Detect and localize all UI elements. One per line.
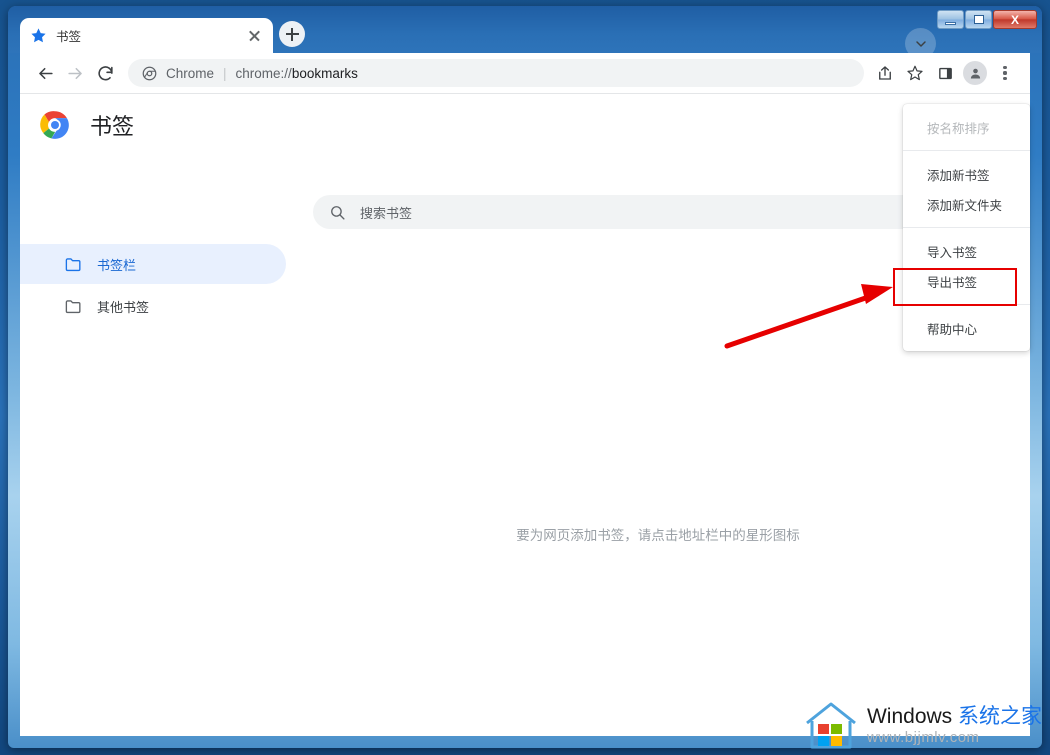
reload-icon (97, 65, 113, 80)
forward-button[interactable] (60, 58, 90, 88)
tab-strip: 书签 X (8, 6, 1042, 59)
back-button[interactable] (30, 58, 60, 88)
star-icon (31, 28, 46, 43)
maximize-button[interactable] (965, 10, 992, 29)
watermark: Windows 系统之家 www.bjjmlv.com (803, 699, 1042, 751)
search-icon (331, 205, 345, 220)
sidebar-item-other-bookmarks[interactable]: 其他书签 (20, 286, 286, 326)
close-icon: X (1010, 12, 1019, 27)
empty-state-message: 要为网页添加书签，请点击地址栏中的星形图标 (516, 528, 800, 543)
new-tab-button[interactable] (279, 21, 305, 47)
maximize-icon (973, 15, 984, 24)
person-icon (970, 68, 980, 78)
omnibox-url-host: bookmarks (291, 65, 358, 81)
watermark-brand-line: Windows 系统之家 (867, 705, 1042, 729)
folder-icon (65, 257, 81, 271)
menu-item-help-center[interactable]: 帮助中心 (903, 313, 1030, 343)
omnibox-separator: | (223, 65, 227, 81)
sidebar-item-label: 书签栏 (97, 257, 137, 273)
minimize-button[interactable] (937, 10, 964, 29)
watermark-brand: Windows (866, 704, 958, 728)
star-outline-icon (907, 65, 923, 81)
page-title: 书签 (90, 114, 135, 139)
minimize-icon (945, 21, 956, 25)
menu-item-label: 帮助中心 (927, 322, 978, 337)
share-icon (879, 66, 891, 80)
bookmarks-header: 书签 (20, 94, 1030, 156)
close-window-button[interactable]: X (993, 10, 1037, 29)
three-dots-icon (1003, 65, 1007, 81)
tab-title: 书签 (56, 30, 82, 44)
menu-divider (903, 227, 1030, 228)
sidebar-item-bookmarks-bar[interactable]: 书签栏 (20, 244, 286, 284)
browser-tab[interactable]: 书签 (20, 18, 273, 53)
browser-toolbar: Chrome | chrome://bookmarks (20, 53, 1030, 94)
chrome-logo-icon (142, 66, 157, 80)
arrow-right-icon (67, 67, 82, 79)
omnibox-site-label: Chrome (166, 65, 215, 81)
side-panel-button[interactable] (930, 58, 960, 88)
reload-button[interactable] (90, 58, 120, 88)
chrome-browser-window: 书签 X Chrome | chrome:// bookmarks 书签 搜索书… (8, 6, 1042, 748)
bookmark-star-button[interactable] (900, 58, 930, 88)
menu-item-export-bookmarks[interactable]: 导出书签 (903, 266, 1030, 296)
menu-item-sort-by-name[interactable]: 按名称排序 (903, 112, 1030, 142)
search-placeholder: 搜索书签 (360, 205, 413, 221)
profile-button[interactable] (960, 58, 990, 88)
side-panel-icon (938, 67, 952, 79)
watermark-text: Windows 系统之家 www.bjjmlv.com (867, 705, 1042, 746)
search-input[interactable]: 搜索书签 (313, 195, 933, 229)
more-options-button[interactable] (990, 58, 1020, 88)
menu-divider (903, 304, 1030, 305)
watermark-brand-cn: 系统之家 (958, 704, 1042, 728)
menu-item-label: 导出书签 (927, 275, 978, 290)
menu-item-add-bookmark[interactable]: 添加新书签 (903, 159, 1030, 189)
avatar (963, 61, 987, 85)
address-bar[interactable]: Chrome | chrome://bookmarks (128, 59, 864, 87)
omnibox-url-scheme: chrome:// (235, 65, 292, 81)
bookmarks-options-menu: 按名称排序 添加新书签 添加新文件夹 导入书签 导出书签 帮助中心 (903, 104, 1030, 351)
menu-divider (903, 150, 1030, 151)
bookmarks-sidebar: 书签栏 其他书签 (20, 244, 286, 328)
menu-item-label: 导入书签 (927, 245, 978, 260)
chevron-down-glyph (915, 40, 926, 47)
menu-item-label: 添加新书签 (927, 168, 990, 183)
menu-item-add-folder[interactable]: 添加新文件夹 (903, 189, 1030, 219)
menu-item-label: 添加新文件夹 (927, 198, 1003, 213)
folder-icon (65, 299, 81, 313)
sidebar-item-label: 其他书签 (97, 299, 150, 315)
windows-house-icon (806, 702, 856, 749)
menu-item-import-bookmarks[interactable]: 导入书签 (903, 236, 1030, 266)
menu-item-label: 按名称排序 (927, 121, 990, 136)
chrome-logo-icon (40, 111, 69, 139)
share-button[interactable] (870, 58, 900, 88)
close-icon[interactable] (246, 27, 263, 44)
window-controls: X (937, 10, 1037, 29)
arrow-left-icon (38, 67, 53, 79)
watermark-url: www.bjjmlv.com (866, 728, 980, 746)
bookmarks-page: 书签 搜索书签 书签栏 其他书签 要为网页添加书签，请点击地址栏中的星形图标 (20, 94, 1030, 736)
